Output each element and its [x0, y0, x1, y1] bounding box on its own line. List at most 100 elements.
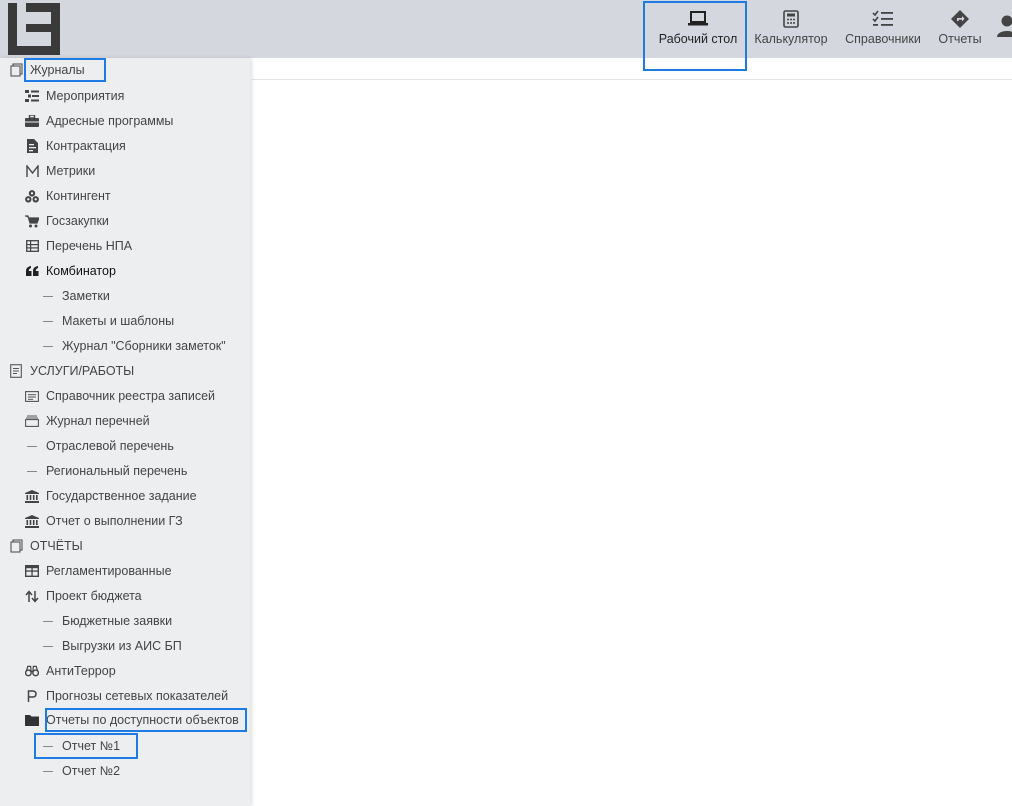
sidebar-item-label: Отчет №2: [62, 764, 121, 778]
nav-calculator-label: Калькулятор: [754, 32, 828, 46]
sidebar: Журналы Мероприятия Адресные программы К…: [0, 58, 250, 806]
sidebar-item-label: Макеты и шаблоны: [62, 314, 175, 328]
dash-icon: [43, 770, 53, 772]
copy-icon: [9, 539, 23, 553]
user-icon[interactable]: [996, 14, 1012, 38]
direction-sign-icon: [950, 9, 970, 29]
sidebar-item-label: Прогнозы сетевых показателей: [46, 689, 229, 703]
sidebar-item-label: Мероприятия: [46, 89, 125, 103]
sidebar-item-label: Государственное задание: [46, 489, 197, 503]
binoculars-icon: [25, 664, 39, 678]
briefcase-icon: [25, 114, 39, 128]
nav-directories-label: Справочники: [845, 32, 921, 46]
letter-m-icon: [25, 164, 39, 178]
nav-reports[interactable]: Отчеты: [932, 0, 988, 58]
cubes-icon: [25, 189, 39, 203]
laptop-icon: [687, 9, 709, 29]
sidebar-subitem-report-2[interactable]: Отчет №2: [41, 760, 120, 782]
quote-icon: [25, 264, 39, 278]
dash-icon: [43, 345, 53, 347]
nav-calculator[interactable]: Калькулятор: [750, 0, 832, 58]
sidebar-section-journals[interactable]: Журналы: [9, 59, 85, 81]
sidebar-item-label: Перечень НПА: [46, 239, 133, 253]
sidebar-section-journals-label: Журналы: [30, 63, 85, 77]
sidebar-item-registry-directory[interactable]: Справочник реестра записей: [25, 385, 215, 407]
sidebar-item-label: Госзакупки: [46, 214, 109, 228]
sidebar-item-procurement[interactable]: Госзакупки: [25, 210, 109, 232]
sidebar-subitem-note-collections[interactable]: Журнал "Сборники заметок": [41, 335, 226, 357]
copy-icon: [9, 63, 23, 77]
institution-icon: [25, 514, 39, 528]
sidebar-section-services[interactable]: УСЛУГИ/РАБОТЫ: [9, 360, 134, 382]
sidebar-item-label: Отчет о выполнении ГЗ: [46, 514, 183, 528]
table-icon: [25, 564, 39, 578]
sidebar-item-label: Контрактация: [46, 139, 126, 153]
nav-directories[interactable]: Справочники: [840, 0, 926, 58]
sidebar-section-reports-label: ОТЧЁТЫ: [30, 539, 83, 553]
sidebar-item-label: Заметки: [62, 289, 110, 303]
sidebar-item-state-task[interactable]: Государственное задание: [25, 485, 197, 507]
sidebar-item-regional-list[interactable]: Региональный перечень: [25, 460, 187, 482]
sidebar-item-label: Метрики: [46, 164, 96, 178]
file-contract-icon: [25, 139, 39, 153]
sidebar-item-label: Регламентированные: [46, 564, 172, 578]
sidebar-item-label: Журнал перечней: [46, 414, 150, 428]
sidebar-item-label: Комбинатор: [46, 264, 116, 278]
sidebar-item-regulated[interactable]: Регламентированные: [25, 560, 172, 582]
sidebar-item-network-forecasts[interactable]: Прогнозы сетевых показателей: [25, 685, 228, 707]
sidebar-item-label: Отчеты по доступности объектов: [46, 713, 239, 727]
sidebar-item-label: Адресные программы: [46, 114, 174, 128]
sidebar-section-services-label: УСЛУГИ/РАБОТЫ: [30, 364, 135, 378]
sidebar-item-availability-reports[interactable]: Отчеты по доступности объектов: [25, 709, 239, 731]
sidebar-item-contingent[interactable]: Контингент: [25, 185, 111, 207]
sidebar-item-label: Контингент: [46, 189, 111, 203]
dash-icon: [27, 445, 37, 447]
sidebar-subitem-budget-requests[interactable]: Бюджетные заявки: [41, 610, 172, 632]
sidebar-item-contracting[interactable]: Контрактация: [25, 135, 126, 157]
document-list-icon: [9, 364, 23, 378]
sidebar-item-label: АнтиТеррор: [46, 664, 116, 678]
stack-icon: [25, 414, 39, 428]
content-divider: [252, 79, 1012, 80]
sidebar-item-gz-report[interactable]: Отчет о выполнении ГЗ: [25, 510, 183, 532]
folder-icon: [25, 713, 39, 727]
sidebar-item-label: Региональный перечень: [46, 464, 188, 478]
sidebar-subitem-notes[interactable]: Заметки: [41, 285, 110, 307]
sidebar-item-antiterror[interactable]: АнтиТеррор: [25, 660, 116, 682]
registry-icon: [25, 389, 39, 403]
table-list-icon: [25, 239, 39, 253]
sidebar-item-label: Проект бюджета: [46, 589, 142, 603]
transfer-arrows-icon: [25, 589, 39, 603]
sidebar-item-label: Журнал "Сборники заметок": [62, 339, 226, 353]
letter-p-icon: [25, 689, 39, 703]
sidebar-section-reports[interactable]: ОТЧЁТЫ: [9, 535, 83, 557]
sidebar-item-list-journal[interactable]: Журнал перечней: [25, 410, 150, 432]
sidebar-item-budget-project[interactable]: Проект бюджета: [25, 585, 142, 607]
nav-desktop[interactable]: Рабочий стол: [652, 0, 744, 58]
cart-icon: [25, 214, 39, 228]
dash-icon: [43, 320, 53, 322]
sidebar-subitem-ais-exports[interactable]: Выгрузки из АИС БП: [41, 635, 182, 657]
sidebar-item-events[interactable]: Мероприятия: [25, 85, 124, 107]
dash-icon: [43, 645, 53, 647]
sidebar-item-metrics[interactable]: Метрики: [25, 160, 95, 182]
sidebar-item-label: Справочник реестра записей: [46, 389, 216, 403]
list-tree-icon: [25, 89, 39, 103]
sidebar-item-label: Отраслевой перечень: [46, 439, 174, 453]
sidebar-item-label: Отчет №1: [62, 739, 121, 753]
sidebar-subitem-templates[interactable]: Макеты и шаблоны: [41, 310, 174, 332]
sidebar-subitem-report-1[interactable]: Отчет №1: [41, 735, 120, 757]
sidebar-item-label: Бюджетные заявки: [62, 614, 173, 628]
sidebar-item-npa-list[interactable]: Перечень НПА: [25, 235, 132, 257]
sidebar-item-label: Выгрузки из АИС БП: [62, 639, 182, 653]
sidebar-item-address-programs[interactable]: Адресные программы: [25, 110, 173, 132]
nav-reports-label: Отчеты: [938, 32, 982, 46]
dash-icon: [43, 745, 53, 747]
dash-icon: [27, 470, 37, 472]
app-logo[interactable]: [8, 3, 60, 55]
nav-desktop-label: Рабочий стол: [658, 32, 738, 46]
sidebar-item-combinator[interactable]: Комбинатор: [25, 260, 116, 282]
top-header: Рабочий стол Калькулятор Справочники Отч…: [0, 0, 1012, 58]
checklist-icon: [872, 9, 894, 29]
sidebar-item-industry-list[interactable]: Отраслевой перечень: [25, 435, 174, 457]
